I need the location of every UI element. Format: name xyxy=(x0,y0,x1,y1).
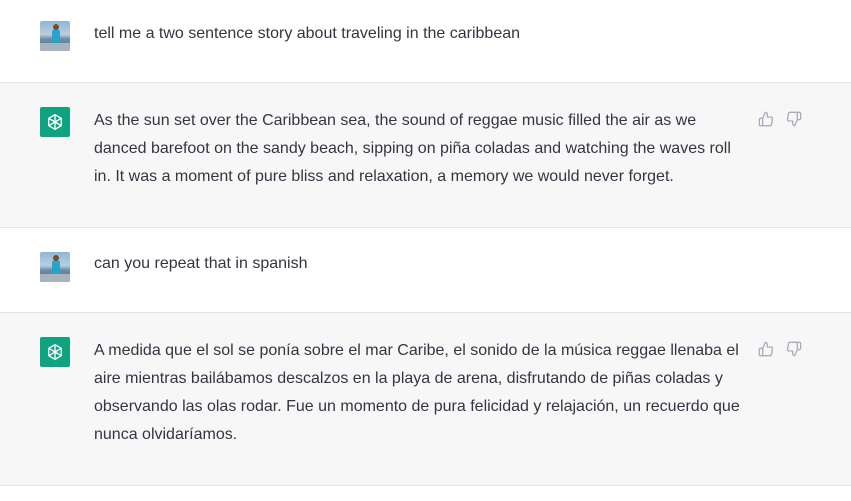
chat-thread: tell me a two sentence story about trave… xyxy=(0,0,851,501)
feedback-buttons xyxy=(758,111,802,127)
avatar-ground xyxy=(40,43,70,51)
assistant-avatar xyxy=(40,337,70,367)
assistant-message: A medida que el sol se ponía sobre el ma… xyxy=(0,313,851,486)
thumbs-down-button[interactable] xyxy=(786,111,802,127)
avatar-head xyxy=(53,255,59,261)
thumbs-up-icon xyxy=(758,111,774,127)
avatar-head xyxy=(53,24,59,30)
user-message-text: tell me a two sentence story about trave… xyxy=(94,25,521,42)
thumbs-down-icon xyxy=(786,111,802,127)
user-message-text: can you repeat that in spanish xyxy=(94,255,308,272)
user-message: tell me a two sentence story about trave… xyxy=(0,0,851,83)
thumbs-down-icon xyxy=(786,341,802,357)
avatar-ground xyxy=(40,274,70,282)
user-avatar xyxy=(40,252,70,282)
assistant-message-text: A medida que el sol se ponía sobre el ma… xyxy=(94,342,745,443)
user-message: can you repeat that in spanish xyxy=(0,228,851,313)
feedback-buttons xyxy=(758,341,802,357)
thumbs-up-icon xyxy=(758,341,774,357)
avatar-figure xyxy=(52,29,60,43)
assistant-message: As the sun set over the Caribbean sea, t… xyxy=(0,83,851,228)
thumbs-down-button[interactable] xyxy=(786,341,802,357)
thumbs-up-button[interactable] xyxy=(758,341,774,357)
assistant-avatar xyxy=(40,107,70,137)
assistant-message-text: As the sun set over the Caribbean sea, t… xyxy=(94,112,736,185)
user-avatar xyxy=(40,21,70,51)
thumbs-up-button[interactable] xyxy=(758,111,774,127)
avatar-figure xyxy=(52,260,60,274)
openai-logo-icon xyxy=(48,114,62,130)
openai-logo-icon xyxy=(48,344,62,360)
